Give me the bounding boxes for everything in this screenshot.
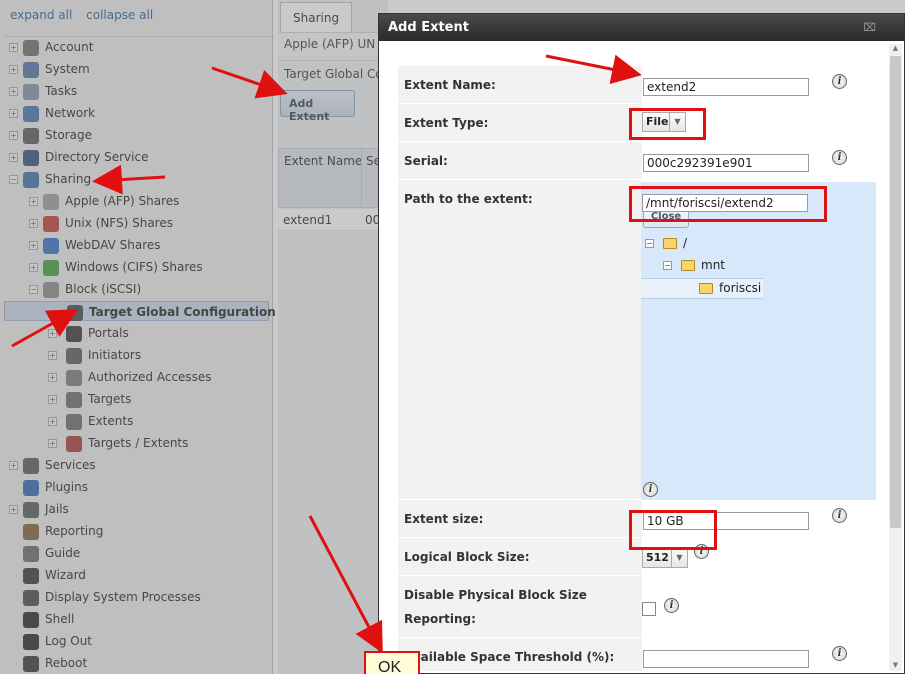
logical-block-value: 512 [646, 551, 669, 564]
dialog-form: Extent Name: extend2 i Extent Type: File… [398, 66, 876, 671]
dialog-title: Add Extent [379, 14, 904, 41]
info-icon[interactable]: i [643, 482, 658, 497]
add-extent-dialog: Add Extent ⌧ Extent Name: extend2 i Exte… [378, 13, 905, 674]
tree-node-label: mnt [701, 258, 725, 272]
extent-type-highlight [629, 108, 706, 140]
chevron-down-icon: ▼ [671, 549, 687, 567]
extent-type-label: Extent Type: [404, 116, 489, 130]
ok-button[interactable]: OK [364, 651, 420, 674]
path-label: Path to the extent: [404, 192, 533, 206]
logical-block-select[interactable]: 512 ▼ [642, 548, 688, 568]
dialog-scrollbar[interactable]: ▲ ▼ [889, 44, 902, 671]
folder-open-icon [699, 283, 713, 294]
threshold-label: Available Space Threshold (%): [404, 650, 615, 664]
collapse-toggle[interactable]: − [663, 261, 672, 270]
disable-physical-row: Disable Physical Block Size Reporting: i [398, 576, 876, 638]
serial-label: Serial: [404, 154, 448, 168]
folder-open-icon [663, 238, 677, 249]
info-icon[interactable]: i [832, 150, 847, 165]
collapse-toggle[interactable]: − [645, 239, 654, 248]
path-highlight [629, 186, 827, 222]
extent-name-row: Extent Name: extend2 i [398, 66, 876, 104]
scrollbar-thumb[interactable] [890, 56, 901, 528]
scroll-up-icon[interactable]: ▲ [890, 44, 901, 54]
disable-physical-label: Disable Physical Block Size [404, 588, 587, 602]
arrowhead-spacer [630, 69, 656, 70]
info-icon[interactable]: i [832, 74, 847, 89]
scroll-down-icon[interactable]: ▼ [890, 661, 901, 671]
path-browser: Close − / − mnt foriscsi i [641, 182, 876, 500]
close-icon[interactable]: ⌧ [863, 21, 876, 34]
extent-name-label: Extent Name: [404, 78, 496, 92]
extent-size-highlight [629, 510, 717, 550]
folder-open-icon [681, 260, 695, 271]
threshold-row: Available Space Threshold (%): i [398, 638, 876, 671]
extent-name-input[interactable]: extend2 [643, 78, 809, 96]
disable-physical-label-2: Reporting: [404, 612, 476, 626]
tree-node-root[interactable]: − / [645, 234, 745, 254]
info-icon[interactable]: i [832, 508, 847, 523]
tree-node-label: foriscsi [719, 281, 762, 295]
tree-node-foriscsi[interactable]: foriscsi [641, 278, 763, 299]
tree-node-mnt[interactable]: − mnt [663, 256, 763, 276]
threshold-input[interactable] [643, 650, 809, 668]
extent-size-label: Extent size: [404, 512, 484, 526]
tree-node-label: / [683, 236, 688, 250]
info-icon[interactable]: i [832, 646, 847, 661]
disable-physical-checkbox[interactable] [642, 602, 656, 616]
logical-block-label: Logical Block Size: [404, 550, 530, 564]
info-icon[interactable]: i [664, 598, 679, 613]
serial-row: Serial: 000c292391e901 i [398, 142, 876, 180]
serial-input[interactable]: 000c292391e901 [643, 154, 809, 172]
